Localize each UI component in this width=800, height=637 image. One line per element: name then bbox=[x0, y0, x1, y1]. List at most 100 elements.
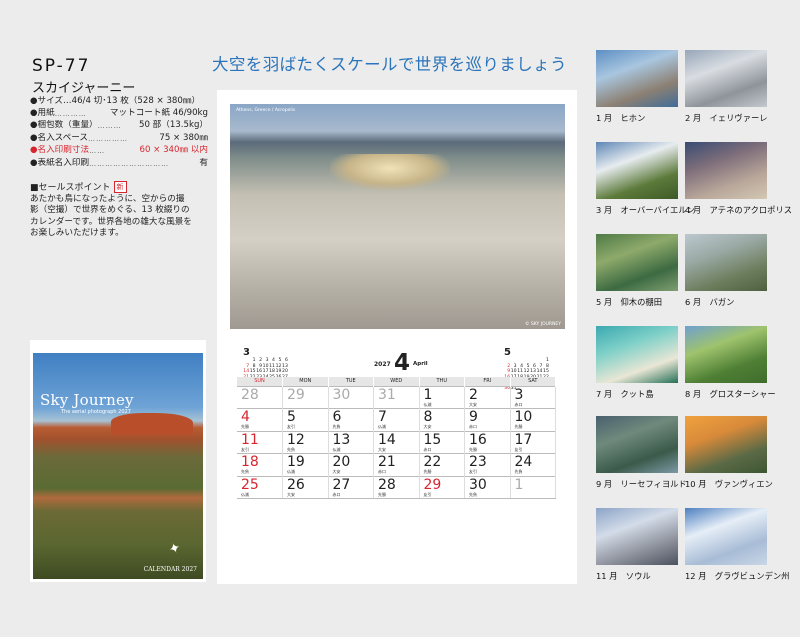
day-cell: 24 先負 bbox=[510, 453, 556, 476]
spec-label: ●サイズ…46/4 切･13 枚（528 × 380㎜） bbox=[30, 96, 201, 106]
day-cell: 31 bbox=[373, 385, 420, 409]
mini-day: 14 bbox=[243, 369, 250, 375]
year-label: 2027 bbox=[374, 361, 391, 368]
spec-value: 75 × 380㎜ bbox=[159, 132, 208, 143]
month-thumbnail: 6 月 バガン bbox=[685, 234, 767, 308]
day-number: 28 bbox=[378, 476, 396, 493]
spec-label: ●用紙 bbox=[30, 107, 55, 118]
month-thumbnail: 11 月 ソウル bbox=[596, 508, 678, 582]
day-number: 29 bbox=[287, 386, 305, 403]
week-row: 11 友引 12 先負 13 仏滅 14 大安 15 赤口 16 先勝 17 友引 bbox=[237, 430, 556, 454]
rokuyo-label: 仏滅 bbox=[378, 424, 386, 429]
month-thumbnail: 4 月 アテネのアクロポリス bbox=[685, 142, 792, 216]
weekday-thu: THU bbox=[419, 377, 465, 386]
day-number: 7 bbox=[378, 409, 387, 425]
day-number: 15 bbox=[423, 431, 442, 448]
day-cell: 8 大安 bbox=[419, 408, 465, 431]
day-cell: 28 bbox=[237, 385, 283, 409]
day-number: 12 bbox=[287, 431, 305, 448]
rokuyo-label: 赤口 bbox=[469, 424, 477, 429]
day-number: 19 bbox=[287, 454, 305, 470]
day-number: 27 bbox=[332, 476, 351, 493]
month-photo bbox=[596, 326, 678, 383]
day-cell: 19 仏滅 bbox=[282, 453, 329, 476]
month-photo bbox=[685, 416, 767, 473]
rokuyo-label: 仏滅 bbox=[287, 469, 295, 474]
day-cell: 5 友引 bbox=[282, 408, 329, 431]
week-row: 25 仏滅 26 大安 27 赤口 28 先勝 29 友引 30 先負 1 bbox=[237, 475, 556, 499]
month-photo bbox=[596, 234, 678, 291]
month-photo bbox=[685, 234, 767, 291]
day-number: 11 bbox=[241, 431, 259, 448]
mini-day: 19 bbox=[275, 369, 282, 375]
day-number: 21 bbox=[378, 454, 396, 470]
day-number: 29 bbox=[423, 476, 442, 493]
day-number: 31 bbox=[378, 386, 396, 403]
month-caption: 1 月 ヒホン bbox=[596, 113, 646, 123]
day-cell: 13 仏滅 bbox=[328, 430, 374, 454]
cover-calendar-label: CALENDAR 2027 bbox=[143, 566, 197, 573]
photo-credit: © SKY JOURNEY bbox=[524, 322, 561, 327]
rokuyo-label: 仏滅 bbox=[332, 446, 341, 452]
month-photo bbox=[685, 508, 767, 565]
rokuyo-label: 先負 bbox=[514, 469, 523, 474]
rokuyo-label: 大安 bbox=[332, 469, 341, 474]
day-cell: 20 大安 bbox=[328, 453, 374, 476]
day-number: 30 bbox=[332, 386, 351, 403]
mini-day: 15 bbox=[543, 369, 549, 375]
day-cell: 28 先勝 bbox=[373, 475, 420, 499]
day-number: 8 bbox=[423, 409, 433, 425]
spec-row: ●名入スペース…………… 75 × 380㎜ bbox=[30, 133, 208, 146]
rokuyo-label: 友引 bbox=[241, 446, 249, 452]
day-cell: 26 大安 bbox=[282, 475, 329, 499]
day-number: 5 bbox=[287, 409, 296, 425]
spec-list: ●サイズ…46/4 切･13 枚（528 × 380㎜） ●用紙………… マットコ… bbox=[30, 96, 208, 170]
mini-next-month: 5 bbox=[504, 347, 511, 358]
month-photo bbox=[596, 508, 678, 565]
spec-label: ●名入スペース bbox=[30, 132, 89, 143]
day-cell: 18 先負 bbox=[237, 453, 283, 476]
product-code: SP-77 bbox=[32, 56, 91, 76]
mini-row: 14 15 16 17 18 19 20 bbox=[243, 369, 288, 375]
month-photo bbox=[685, 50, 767, 107]
spec-row: ●梱包数（重量）……… 50 部（13.5kg） bbox=[30, 120, 208, 133]
mini-day: 14 bbox=[536, 369, 543, 375]
rokuyo-label: 先勝 bbox=[469, 446, 477, 452]
day-cell: 22 先勝 bbox=[419, 453, 465, 476]
day-cell: 7 仏滅 bbox=[373, 408, 420, 431]
uluru-rock bbox=[111, 413, 193, 435]
spec-value: マットコート紙 46/90kg bbox=[109, 107, 208, 118]
day-cell: 1 仏滅 bbox=[419, 385, 465, 409]
month-caption: 5 月 仰木の棚田 bbox=[596, 297, 662, 307]
month-caption: 10 月 ヴァンヴィエン bbox=[685, 479, 773, 489]
weekday-mon: MON bbox=[282, 377, 329, 386]
day-number: 2 bbox=[469, 386, 478, 403]
cover-photo: Sky Journey The aerial photograph 2027 ✦… bbox=[33, 353, 203, 579]
day-cell: 10 先勝 bbox=[510, 408, 556, 431]
rokuyo-label: 大安 bbox=[423, 424, 432, 429]
day-number: 23 bbox=[469, 454, 487, 470]
rokuyo-label: 友引 bbox=[514, 446, 523, 452]
rokuyo-label: 先負 bbox=[287, 446, 295, 452]
sales-point-title: ■セールスポイント bbox=[30, 183, 111, 193]
rokuyo-label: 先負 bbox=[469, 491, 477, 497]
month-english: April bbox=[413, 361, 428, 367]
spec-value: 50 部（13.5kg） bbox=[138, 120, 208, 130]
spec-row: ●名入印刷寸法…… 60 × 340㎜ 以内 bbox=[30, 145, 208, 158]
rokuyo-label: 先勝 bbox=[378, 491, 386, 497]
mini-day: 16 bbox=[256, 369, 263, 375]
day-number: 20 bbox=[332, 454, 351, 470]
day-cell: 12 先負 bbox=[282, 430, 329, 454]
new-badge: 新 bbox=[113, 180, 127, 193]
headline: 大空を羽ばたくスケールで世界を巡りましょう bbox=[212, 55, 567, 74]
rokuyo-label: 赤口 bbox=[332, 491, 341, 497]
rokuyo-label: 先負 bbox=[241, 469, 249, 474]
rokuyo-label: 先勝 bbox=[241, 424, 249, 429]
rokuyo-label: 赤口 bbox=[378, 469, 386, 474]
day-cell: 6 先負 bbox=[328, 408, 374, 431]
day-cell: 16 先勝 bbox=[464, 430, 511, 454]
day-number: 6 bbox=[332, 409, 342, 425]
day-number: 13 bbox=[332, 431, 351, 448]
spec-row: ●用紙………… マットコート紙 46/90kg bbox=[30, 108, 208, 121]
sales-line: あたかも鳥になったように、空からの撮 bbox=[30, 194, 185, 204]
